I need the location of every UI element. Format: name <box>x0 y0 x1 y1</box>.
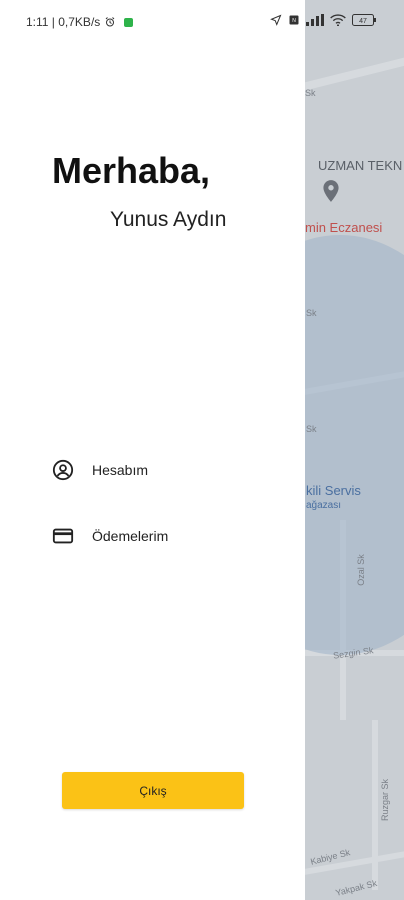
user-name: Yunus Aydın <box>110 208 227 231</box>
service-label: kili Servis <box>306 483 361 498</box>
service-sub-label: ağazası <box>306 500 342 511</box>
credit-card-icon <box>52 528 74 544</box>
location-pin-icon[interactable] <box>318 176 344 206</box>
battery-icon: 47 <box>352 14 376 26</box>
nfc-icon: N <box>289 15 299 25</box>
signal-icon <box>306 14 324 26</box>
greeting-title: Merhaba, <box>52 150 211 191</box>
place-label: UZMAN TEKN <box>318 158 403 173</box>
logout-button[interactable]: Çıkış <box>62 772 244 809</box>
notification-icon <box>124 17 134 27</box>
street-label: Sk <box>306 308 317 318</box>
menu-item-label: Hesabım <box>92 462 149 478</box>
navigation-drawer: Merhaba, Yunus Aydın Hesabım Ödemelerim … <box>0 0 305 900</box>
location-arrow-icon <box>270 14 282 26</box>
street-label: Ozal Sk <box>355 554 366 586</box>
menu-item-label: Ödemelerim <box>92 528 169 544</box>
street-label: Yakpak Sk <box>334 878 378 898</box>
account-circle-icon <box>52 459 74 481</box>
alarm-icon <box>105 17 115 27</box>
status-bar: 1:11 | 0,7KB/s N 47 <box>0 0 404 40</box>
svg-text:N: N <box>292 18 296 24</box>
street-label: Sk <box>305 88 316 98</box>
street-label: Sk <box>306 424 317 434</box>
menu-item-account[interactable]: Hesabım <box>52 459 148 481</box>
wifi-icon <box>330 14 346 26</box>
pharmacy-label: min Eczanesi <box>305 220 383 235</box>
menu-item-payments[interactable]: Ödemelerim <box>52 525 168 547</box>
status-time: 1:11 | 0,7KB/s <box>26 15 101 29</box>
battery-level: 47 <box>359 18 367 25</box>
street-label: Ruzgar Sk <box>380 778 391 822</box>
